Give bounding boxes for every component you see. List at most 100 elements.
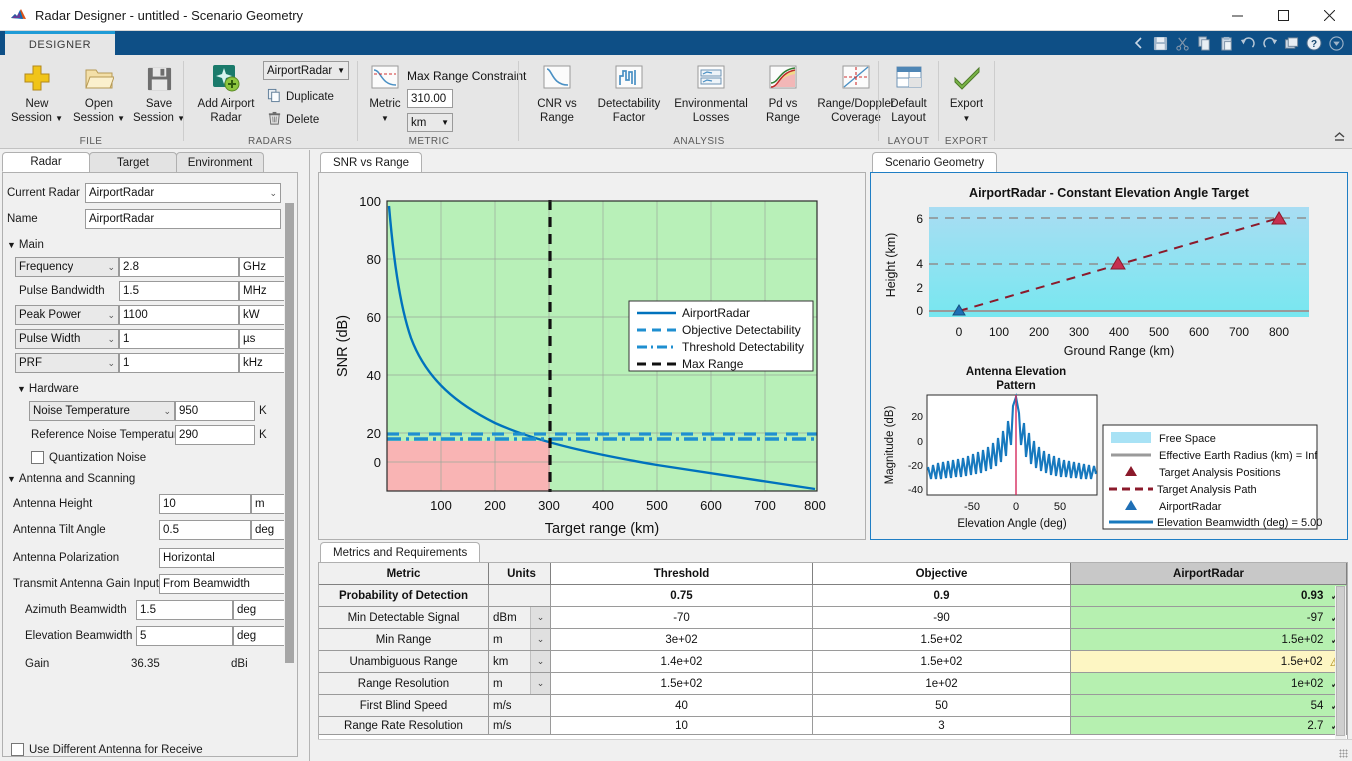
column-header-airportradar[interactable]: AirportRadar xyxy=(1071,563,1347,585)
pulse-width-param-dropdown[interactable]: Pulse Width ⌄ xyxy=(15,329,119,349)
tab-environment[interactable]: Environment xyxy=(176,152,264,172)
cell-threshold[interactable]: 10 xyxy=(551,717,813,735)
copy-icon[interactable] xyxy=(1194,33,1214,53)
column-header-objective[interactable]: Objective xyxy=(813,563,1071,585)
chevron-down-icon[interactable]: ⌄ xyxy=(530,607,550,628)
table-row[interactable]: Unambiguous Range km ⌄ 1.4e+02 1.5e+02 1.… xyxy=(319,651,1347,673)
cnr-vs-range-button[interactable]: CNR vs Range xyxy=(525,59,589,131)
cell-objective[interactable]: 1e+02 xyxy=(813,673,1071,695)
section-antenna[interactable]: ▼ Antenna and Scanning xyxy=(7,471,135,487)
prf-input[interactable]: 1 xyxy=(119,353,239,373)
scrollbar-thumb[interactable] xyxy=(285,203,294,663)
new-session-button[interactable]: New Session ▼ xyxy=(6,59,68,131)
metric-button[interactable]: Metric ▼ xyxy=(363,59,407,131)
cell-objective[interactable]: 1.5e+02 xyxy=(813,629,1071,651)
undo-icon[interactable] xyxy=(1238,33,1258,53)
pulse-width-input[interactable]: 1 xyxy=(119,329,239,349)
pd-vs-range-button[interactable]: Pd vs Range xyxy=(754,59,812,131)
delete-radar-button[interactable]: Delete xyxy=(265,110,321,130)
cell-objective[interactable]: 0.9 xyxy=(813,585,1071,607)
add-airport-radar-button[interactable]: Add Airport Radar xyxy=(189,59,263,131)
cell-units[interactable]: m ⌄ xyxy=(489,629,551,651)
left-panel-scrollbar[interactable] xyxy=(284,203,295,756)
column-header-units[interactable]: Units xyxy=(489,563,551,585)
cell-units[interactable]: km ⌄ xyxy=(489,651,551,673)
section-hardware[interactable]: ▼ Hardware xyxy=(17,381,79,397)
resize-grip[interactable] xyxy=(1339,749,1348,758)
tab-designer[interactable]: DESIGNER xyxy=(5,31,115,55)
radar-name-input[interactable]: AirportRadar xyxy=(85,209,281,229)
elevation-beamwidth-input[interactable]: 5 xyxy=(136,626,233,646)
redo-icon[interactable] xyxy=(1260,33,1280,53)
layout-icon[interactable] xyxy=(1282,33,1302,53)
metrics-table-scrollbar[interactable] xyxy=(1335,586,1346,757)
tab-target[interactable]: Target xyxy=(89,152,177,172)
table-row[interactable]: Range Rate Resolution m/s 10 3 2.7 ✓ xyxy=(319,717,1347,735)
antenna-height-input[interactable]: 10 xyxy=(159,494,251,514)
duplicate-radar-button[interactable]: Duplicate xyxy=(265,87,336,107)
cell-objective[interactable]: 3 xyxy=(813,717,1071,735)
cell-units[interactable]: dBm ⌄ xyxy=(489,607,551,629)
noise-temperature-param-dropdown[interactable]: Noise Temperature ⌄ xyxy=(29,401,175,421)
maximize-button[interactable] xyxy=(1260,0,1306,31)
antenna-tilt-angle-input[interactable]: 0.5 xyxy=(159,520,251,540)
save-icon[interactable] xyxy=(1150,33,1170,53)
cell-objective[interactable]: 1.5e+02 xyxy=(813,651,1071,673)
cell-threshold[interactable]: 1.4e+02 xyxy=(551,651,813,673)
cell-threshold[interactable]: 3e+02 xyxy=(551,629,813,651)
export-button[interactable]: Export ▼ xyxy=(940,59,993,131)
column-header-metric[interactable]: Metric xyxy=(319,563,489,585)
tab-snr-vs-range[interactable]: SNR vs Range xyxy=(320,152,423,172)
chevron-down-icon[interactable]: ⌄ xyxy=(530,651,550,672)
cut-icon[interactable] xyxy=(1172,33,1192,53)
close-button[interactable] xyxy=(1306,0,1352,31)
cell-threshold[interactable]: -70 xyxy=(551,607,813,629)
peak-power-input[interactable]: 1100 xyxy=(119,305,239,325)
cell-units[interactable]: m/s xyxy=(489,695,551,717)
tab-scenario-geometry[interactable]: Scenario Geometry xyxy=(872,152,998,172)
transmit-antenna-gain-input-dropdown[interactable]: From Beamwidth ⌄ xyxy=(159,574,295,594)
cell-units[interactable]: m ⌄ xyxy=(489,673,551,695)
cell-objective[interactable]: 50 xyxy=(813,695,1071,717)
tab-radar[interactable]: Radar xyxy=(2,152,90,172)
prf-param-dropdown[interactable]: PRF ⌄ xyxy=(15,353,119,373)
use-different-antenna-checkbox[interactable] xyxy=(11,743,24,756)
noise-temperature-input[interactable]: 950 xyxy=(175,401,255,421)
environmental-losses-button[interactable]: Environmental Losses xyxy=(669,59,753,131)
section-main[interactable]: ▼ Main xyxy=(7,237,44,253)
peak-power-param-dropdown[interactable]: Peak Power ⌄ xyxy=(15,305,119,325)
open-session-button[interactable]: Open Session ▼ xyxy=(68,59,130,131)
detectability-factor-button[interactable]: Detectability Factor xyxy=(590,59,668,131)
quantization-noise-checkbox[interactable] xyxy=(31,451,44,464)
cell-threshold[interactable]: 40 xyxy=(551,695,813,717)
minimize-button[interactable] xyxy=(1214,0,1260,31)
antenna-polarization-dropdown[interactable]: Horizontal ⌄ xyxy=(159,548,295,568)
chevron-down-icon[interactable]: ⌄ xyxy=(530,673,550,694)
frequency-input[interactable]: 2.8 xyxy=(119,257,239,277)
tab-metrics-and-requirements[interactable]: Metrics and Requirements xyxy=(320,542,481,562)
current-radar-dropdown[interactable]: AirportRadar ⌄ xyxy=(85,183,281,203)
cell-threshold[interactable]: 1.5e+02 xyxy=(551,673,813,695)
reference-noise-temperature-input[interactable]: 290 xyxy=(175,425,255,445)
help-icon[interactable]: ? xyxy=(1304,33,1324,53)
cell-units[interactable] xyxy=(489,585,551,607)
table-row[interactable]: Probability of Detection 0.75 0.9 0.93 ✓ xyxy=(319,585,1347,607)
collapse-ribbon-icon[interactable] xyxy=(1333,130,1346,146)
save-session-button[interactable]: Save Session ▼ xyxy=(128,59,190,131)
table-row[interactable]: Range Resolution m ⌄ 1.5e+02 1e+02 1e+02 … xyxy=(319,673,1347,695)
pulse-bandwidth-input[interactable]: 1.5 xyxy=(119,281,239,301)
scrollbar-thumb[interactable] xyxy=(1336,586,1345,736)
max-range-unit-dropdown[interactable]: km ▼ xyxy=(407,113,453,132)
table-row[interactable]: Min Range m⌄ 3e+02 1.5e+02 1.5e+02 ✓ xyxy=(319,629,1347,651)
column-header-threshold[interactable]: Threshold xyxy=(551,563,813,585)
more-icon[interactable] xyxy=(1326,33,1346,53)
table-row[interactable]: First Blind Speed m/s 40 50 54 ✓ xyxy=(319,695,1347,717)
paste-icon[interactable] xyxy=(1216,33,1236,53)
frequency-param-dropdown[interactable]: Frequency ⌄ xyxy=(15,257,119,277)
radar-select-dropdown[interactable]: AirportRadar ▼ xyxy=(263,61,349,80)
azimuth-beamwidth-input[interactable]: 1.5 xyxy=(136,600,233,620)
default-layout-button[interactable]: Default Layout xyxy=(880,59,937,131)
cell-objective[interactable]: -90 xyxy=(813,607,1071,629)
max-range-constraint-input[interactable]: 310.00 xyxy=(407,89,453,108)
chevron-down-icon[interactable]: ⌄ xyxy=(530,629,550,650)
